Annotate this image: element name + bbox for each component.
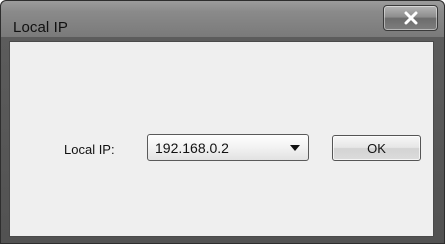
local-ip-dropdown[interactable]: 192.168.0.2 (147, 134, 309, 161)
local-ip-value: 192.168.0.2 (155, 140, 229, 156)
window-title: Local IP (13, 19, 68, 36)
title-bar[interactable]: Local IP (1, 1, 444, 37)
local-ip-label: Local IP: (64, 142, 115, 157)
close-button[interactable] (383, 5, 438, 31)
dialog-window: Local IP Local IP: 192.168.0.2 OK (0, 0, 445, 244)
ok-button[interactable]: OK (332, 135, 421, 161)
close-icon (384, 6, 437, 30)
dropdown-arrow-icon (290, 145, 300, 151)
dialog-body: Local IP: 192.168.0.2 OK (9, 41, 434, 237)
